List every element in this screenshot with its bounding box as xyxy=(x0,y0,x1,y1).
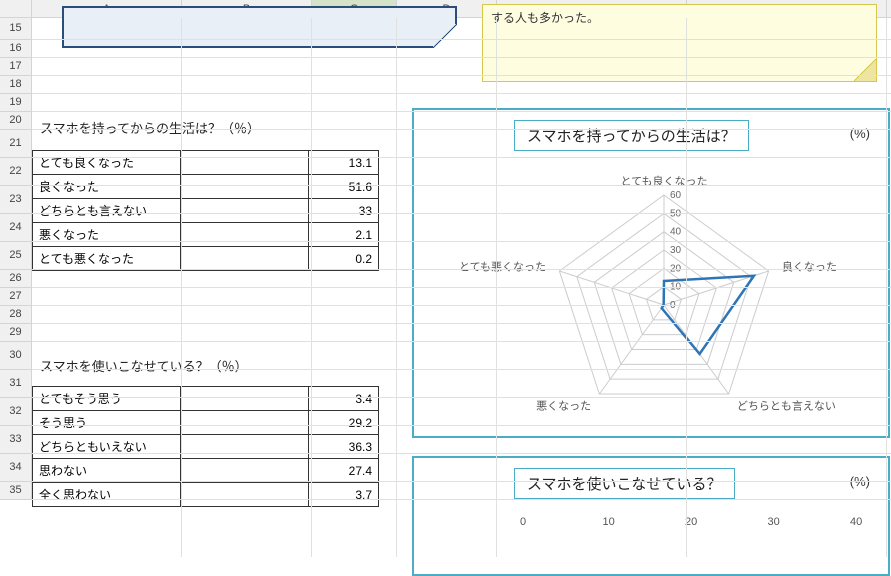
table-cell-label[interactable]: どちらとも言えない xyxy=(33,199,181,223)
row-header-32[interactable]: 32 xyxy=(0,398,31,426)
row-header-21[interactable]: 21 xyxy=(0,130,31,158)
table-cell-label[interactable]: 全く思わない xyxy=(33,483,181,507)
xtick-label: 40 xyxy=(850,516,862,528)
table-cell-value[interactable]: 3.7 xyxy=(309,483,379,507)
svg-text:60: 60 xyxy=(670,190,682,201)
table-cell-label[interactable]: どちらともいえない xyxy=(33,435,181,459)
table-row[interactable]: とてもそう思う 3.4 xyxy=(33,387,379,411)
row-header-15[interactable]: 15 xyxy=(0,18,31,40)
xtick-label: 0 xyxy=(520,516,526,528)
table-cell-label[interactable]: 思わない xyxy=(33,459,181,483)
table-cell-label[interactable]: 良くなった xyxy=(33,175,181,199)
table-cell-value[interactable]: 13.1 xyxy=(309,151,379,175)
table1-title: スマホを持ってからの生活は？（％） xyxy=(40,118,260,137)
table-cell-value[interactable]: 27.4 xyxy=(309,459,379,483)
row-header-29[interactable]: 29 xyxy=(0,324,31,342)
table-row[interactable]: そう思う 29.2 xyxy=(33,411,379,435)
table-cell-empty[interactable] xyxy=(181,175,309,199)
svg-text:良くなった: 良くなった xyxy=(782,260,837,274)
row-header-18[interactable]: 18 xyxy=(0,76,31,94)
row-headers-col: 1516171819202122232425262728293031323334… xyxy=(0,18,32,500)
table-row[interactable]: どちらともいえない 36.3 xyxy=(33,435,379,459)
spreadsheet-grid[interactable]: する人も多かった。 スマホを持ってからの生活は？（％） とても良くなった13.1… xyxy=(32,18,891,557)
table-cell-empty[interactable] xyxy=(181,223,309,247)
table-row[interactable]: どちらとも言えない 33 xyxy=(33,199,379,223)
row-header-30[interactable]: 30 xyxy=(0,342,31,370)
table-cell-empty[interactable] xyxy=(181,387,309,411)
table-cell-empty[interactable] xyxy=(181,483,309,507)
row-header-28[interactable]: 28 xyxy=(0,306,31,324)
svg-text:どちらとも言えない: どちらとも言えない xyxy=(737,399,836,412)
table2[interactable]: とてもそう思う3.4そう思う29.2どちらともいえない36.3思わない27.4全… xyxy=(32,386,379,507)
bar-chart-panel[interactable]: スマホを使いこなせている？ (%) 010203040 xyxy=(412,456,890,576)
table-row[interactable]: 悪くなった 2.1 xyxy=(33,223,379,247)
table-row[interactable]: 全く思わない 3.7 xyxy=(33,483,379,507)
row-header-22[interactable]: 22 xyxy=(0,158,31,186)
row-header-16[interactable]: 16 xyxy=(0,40,31,58)
svg-text:40: 40 xyxy=(670,227,682,238)
svg-text:悪くなった: 悪くなった xyxy=(536,399,591,412)
blue-callout-shape[interactable] xyxy=(62,6,457,48)
table2-title: スマホを使いこなせている？（％） xyxy=(40,356,248,375)
table-row[interactable]: とても良くなった 13.1 xyxy=(33,151,379,175)
table-cell-value[interactable]: 2.1 xyxy=(309,223,379,247)
table-cell-label[interactable]: 悪くなった xyxy=(33,223,181,247)
note-fold-icon xyxy=(854,59,876,81)
xtick-label: 10 xyxy=(603,516,615,528)
table-cell-label[interactable]: とても悪くなった xyxy=(33,247,181,271)
row-header-20[interactable]: 20 xyxy=(0,112,31,130)
table-cell-value[interactable]: 36.3 xyxy=(309,435,379,459)
row-header-27[interactable]: 27 xyxy=(0,288,31,306)
table-cell-empty[interactable] xyxy=(181,435,309,459)
table-cell-value[interactable]: 29.2 xyxy=(309,411,379,435)
xtick-label: 30 xyxy=(768,516,780,528)
table-cell-value[interactable]: 51.6 xyxy=(309,175,379,199)
table-cell-empty[interactable] xyxy=(181,247,309,271)
row-header-31[interactable]: 31 xyxy=(0,370,31,398)
table-cell-empty[interactable] xyxy=(181,459,309,483)
callout-fold-icon xyxy=(433,24,457,48)
table-row[interactable]: 良くなった 51.6 xyxy=(33,175,379,199)
row-header-26[interactable]: 26 xyxy=(0,270,31,288)
table-cell-empty[interactable] xyxy=(181,199,309,223)
table-cell-label[interactable]: そう思う xyxy=(33,411,181,435)
row-header-33[interactable]: 33 xyxy=(0,426,31,454)
table1[interactable]: とても良くなった 13.1 良くなった 51.6 どちらとも言えない 33 悪くなった 2.1… xyxy=(32,150,379,271)
table-cell-empty[interactable] xyxy=(181,411,309,435)
svg-text:とても悪くなった: とても悪くなった xyxy=(459,261,546,274)
table-cell-empty[interactable] xyxy=(181,151,309,175)
row-header-25[interactable]: 25 xyxy=(0,242,31,270)
select-all-corner[interactable] xyxy=(0,0,32,17)
table-row[interactable]: とても悪くなった 0.2 xyxy=(33,247,379,271)
table-cell-value[interactable]: 0.2 xyxy=(309,247,379,271)
row-header-34[interactable]: 34 xyxy=(0,454,31,482)
row-header-24[interactable]: 24 xyxy=(0,214,31,242)
table-cell-label[interactable]: とても良くなった xyxy=(33,151,181,175)
table-cell-value[interactable]: 3.4 xyxy=(309,387,379,411)
table-cell-value[interactable]: 33 xyxy=(309,199,379,223)
row-header-19[interactable]: 19 xyxy=(0,94,31,112)
row-header-17[interactable]: 17 xyxy=(0,58,31,76)
svg-text:30: 30 xyxy=(670,245,682,256)
row-header-23[interactable]: 23 xyxy=(0,186,31,214)
bar-chart-title: スマホを使いこなせている？ xyxy=(514,468,735,499)
table-row[interactable]: 思わない 27.4 xyxy=(33,459,379,483)
radar-chart-plot: 0102030405060とても良くなった良くなったどちらとも言えない悪くなった… xyxy=(414,110,891,440)
row-header-35[interactable]: 35 xyxy=(0,482,31,500)
table-cell-label[interactable]: とてもそう思う xyxy=(33,387,181,411)
note-text: する人も多かった。 xyxy=(491,11,599,25)
yellow-sticky-note[interactable]: する人も多かった。 xyxy=(482,4,877,82)
